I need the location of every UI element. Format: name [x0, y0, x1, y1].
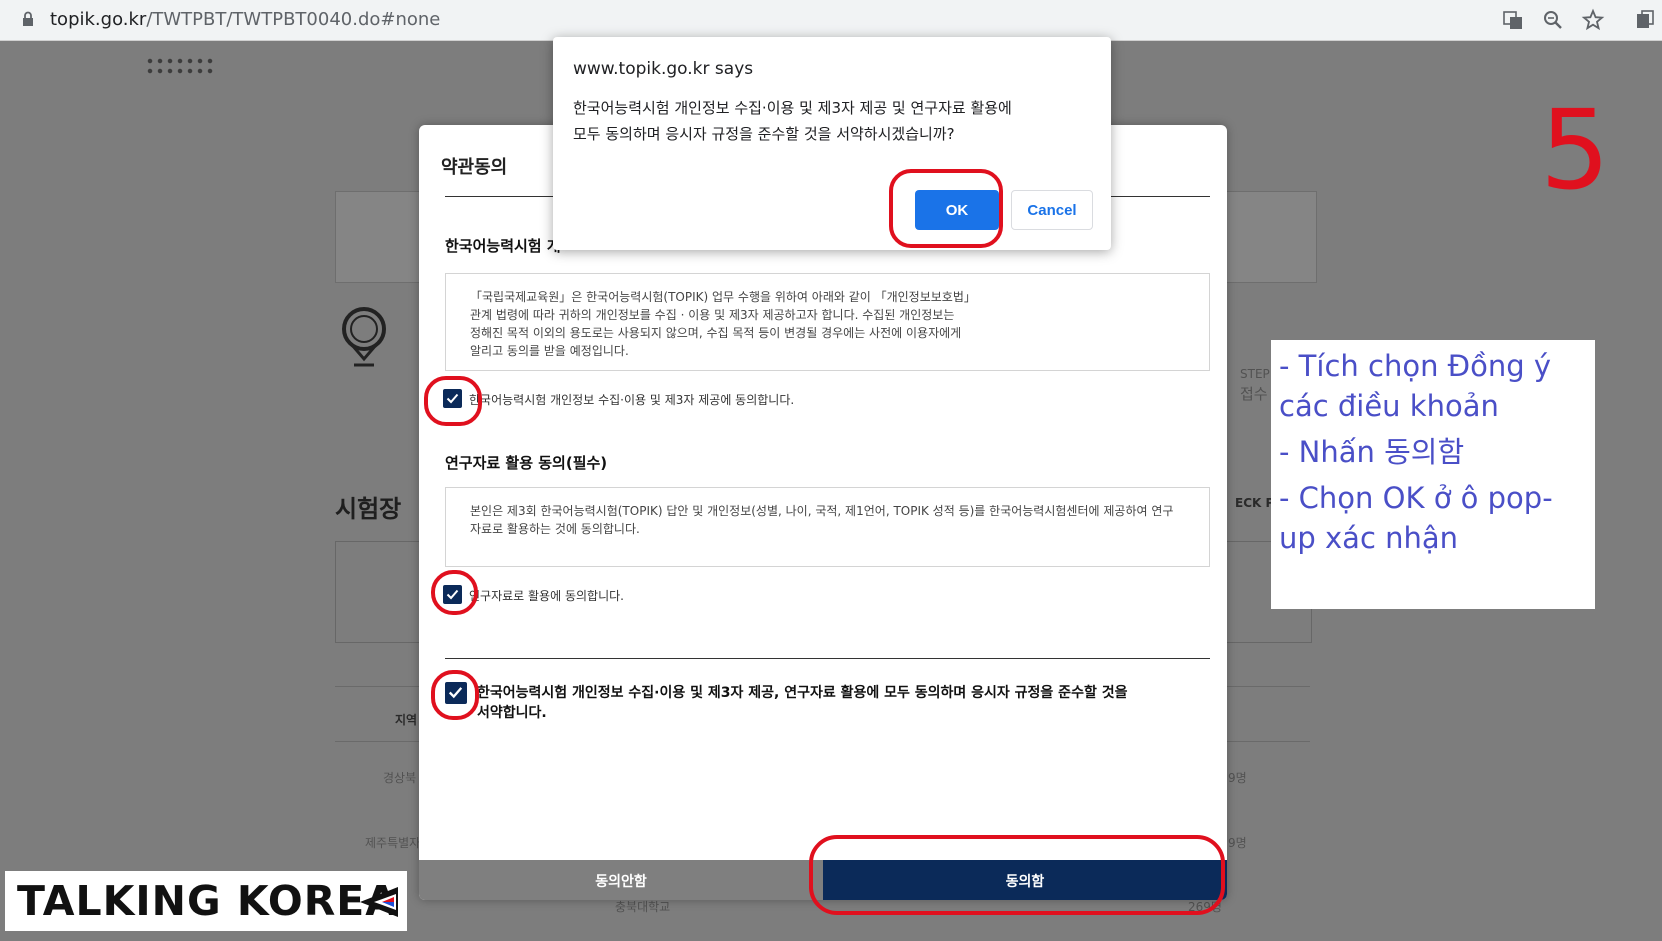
- dialog-site: www.topik.go.kr says: [573, 59, 754, 79]
- terms-line: 알리고 동의를 받을 예정입니다.: [470, 344, 629, 358]
- decorative-dots: [145, 56, 215, 76]
- highlight-ring-ok: [889, 169, 1003, 248]
- instruction-line: - Nhấn 동의함: [1279, 435, 1465, 469]
- bookmark-star-icon[interactable]: [1581, 8, 1605, 32]
- table-cell: 경상북: [383, 771, 417, 785]
- step-text: STEP: [1240, 367, 1270, 381]
- browser-address-bar[interactable]: topik.go.kr/TWTPBT/TWTPBT0040.do#none: [0, 0, 1662, 41]
- disagree-button[interactable]: 동의안함: [419, 860, 823, 900]
- dialog-message-line1: 한국어능력시험 개인정보 수집·이용 및 제3자 제공 및 연구자료 활용에: [573, 99, 1012, 117]
- modal-title: 약관동의: [441, 157, 508, 178]
- privacy-terms-textbox[interactable]: 「국립국제교육원」은 한국어능력시험(TOPIK) 업무 수행을 위하여 아래와…: [445, 273, 1210, 371]
- privacy-consent-label: 한국어능력시험 개인정보 수집·이용 및 제3자 제공에 동의합니다.: [469, 393, 795, 407]
- browser-confirm-dialog: www.topik.go.kr says 한국어능력시험 개인정보 수집·이용 …: [553, 37, 1111, 250]
- highlight-ring-agree: [809, 835, 1225, 915]
- research-consent-label: 연구자료로 활용에 동의합니다.: [469, 589, 624, 603]
- table-cell: 9명: [1228, 771, 1247, 785]
- dialog-message-line2: 모두 동의하며 응시자 규정을 준수할 것을 서약하시겠습니까?: [573, 125, 955, 143]
- agree-all-label-line1: 한국어능력시험 개인정보 수집·이용 및 제3자 제공, 연구자료 활용에 모두…: [477, 685, 1128, 701]
- location-pin-icon: [342, 307, 386, 367]
- logo-text: TALKING KOREA: [17, 877, 398, 925]
- table-header-region: 지역: [395, 713, 418, 727]
- highlight-ring-checkbox2: [431, 570, 478, 615]
- research-terms-textbox[interactable]: 본인은 제3회 한국어능력시험(TOPIK) 답안 및 개인정보(성별, 나이,…: [445, 487, 1210, 567]
- section2-heading: 연구자료 활용 동의(필수): [445, 454, 608, 472]
- instruction-line: - Chọn OK ở ô pop-up xác nhận: [1279, 481, 1553, 555]
- talking-korea-logo: TALKING KOREA: [5, 871, 407, 931]
- section1-heading: 한국어능력시험 개: [445, 237, 561, 255]
- terms-line: 자료로 활용하는 것에 동의합니다.: [470, 522, 640, 536]
- dialog-message: 한국어능력시험 개인정보 수집·이용 및 제3자 제공 및 연구자료 활용에 모…: [573, 95, 1093, 147]
- agree-all-label-line2: 서약합니다.: [477, 705, 547, 721]
- logo-flag-icon: [360, 887, 398, 917]
- terms-line: 「국립국제교육원」은 한국어능력시험(TOPIK) 업무 수행을 위하여 아래와…: [470, 290, 976, 304]
- lock-icon: [23, 11, 33, 26]
- table-cell: 9명: [1228, 836, 1247, 850]
- url-text[interactable]: topik.go.kr/TWTPBT/TWTPBT0040.do#none: [50, 9, 440, 30]
- divider: [445, 658, 1210, 659]
- terms-line: 관계 법령에 따라 귀하의 개인정보를 수집 · 이용 및 제3자 제공하고자 …: [470, 308, 955, 322]
- agree-all-label: 한국어능력시험 개인정보 수집·이용 및 제3자 제공, 연구자료 활용에 모두…: [477, 683, 1127, 723]
- zoom-icon[interactable]: [1541, 8, 1565, 32]
- step-number: 5: [1540, 86, 1610, 214]
- url-host: topik.go.kr: [50, 9, 147, 30]
- section-title: 시험장: [335, 495, 402, 523]
- table-cell: 제주특별자: [365, 836, 421, 850]
- translate-icon[interactable]: [1501, 8, 1525, 32]
- instruction-line: - Tích chọn Đồng ý các điều khoản: [1279, 349, 1552, 423]
- terms-line: 정해진 목적 이외의 용도로는 사용되지 않으며, 수집 목적 등이 변경될 경…: [470, 326, 962, 340]
- cancel-button[interactable]: Cancel: [1011, 190, 1093, 230]
- url-path: /TWTPBT/TWTPBT0040.do#none: [146, 9, 441, 30]
- highlight-ring-checkbox1: [424, 376, 482, 426]
- highlight-ring-checkbox3: [431, 670, 479, 720]
- instruction-note: - Tích chọn Đồng ý các điều khoản - Nhấn…: [1271, 340, 1595, 609]
- extension-icon[interactable]: [1633, 8, 1657, 32]
- terms-line: 본인은 제3회 한국어능력시험(TOPIK) 답안 및 개인정보(성별, 나이,…: [470, 504, 1174, 518]
